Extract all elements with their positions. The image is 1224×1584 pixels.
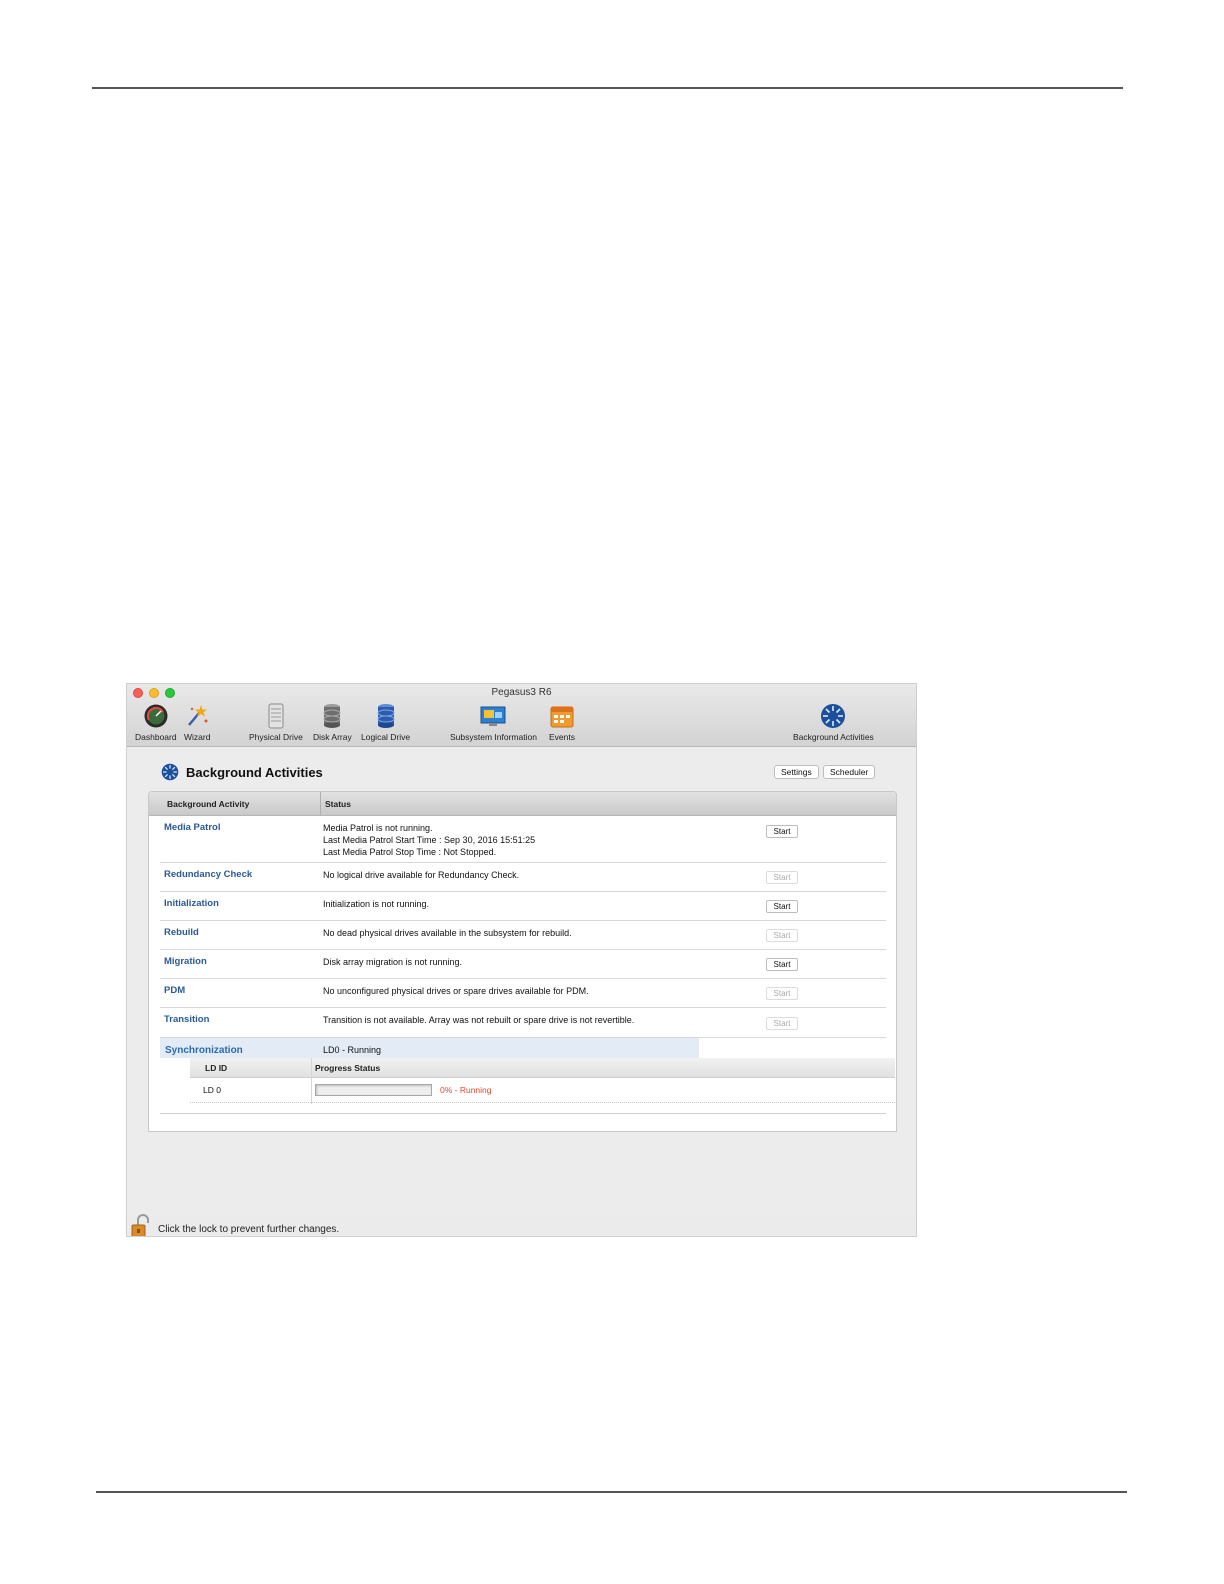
toolbar-logical-drive[interactable]: Logical Drive (361, 703, 410, 742)
column-header-ld-id: LD ID (205, 1063, 228, 1073)
toolbar-physical-drive[interactable]: Physical Drive (249, 703, 303, 742)
toolbar-background-activities[interactable]: Background Activities (793, 703, 874, 742)
activity-row-redundancy-check: Redundancy Check No logical drive availa… (160, 862, 886, 892)
toolbar-events[interactable]: Events (549, 703, 575, 742)
status-line: Last Media Patrol Stop Time : Not Stoppe… (323, 847, 497, 857)
page-top-rule (92, 87, 1123, 89)
activity-status: Transition is not available. Array was n… (323, 1015, 635, 1025)
ld-id-cell: LD 0 (203, 1085, 221, 1095)
column-separator (311, 1058, 312, 1104)
lock-status-text: Click the lock to prevent further change… (158, 1224, 340, 1235)
status-bar: Click the lock to prevent further change… (127, 1214, 916, 1237)
start-button[interactable]: Start (766, 987, 798, 1000)
column-header-activity: Background Activity (167, 799, 250, 809)
window-title: Pegasus3 R6 (491, 687, 552, 698)
page-title: Background Activities (161, 763, 323, 781)
background-activity-table: Background Activity Status Media Patrol … (148, 791, 897, 1132)
toolbar-wizard-label: Wizard (184, 732, 211, 742)
toolbar-subsystem-information[interactable]: Subsystem Information (450, 703, 537, 742)
activity-row-migration: Migration Disk array migration is not ru… (160, 949, 886, 979)
activity-name[interactable]: Initialization (164, 898, 219, 909)
activity-name[interactable]: Transition (164, 1014, 209, 1025)
subsystem-information-icon (480, 706, 506, 726)
toolbar-logical-drive-label: Logical Drive (361, 732, 411, 742)
start-button[interactable]: Start (766, 929, 798, 942)
start-button[interactable]: Start (766, 958, 798, 971)
row-divider (160, 1113, 886, 1114)
row-divider (190, 1102, 895, 1104)
wizard-icon (188, 705, 208, 726)
progress-text: 0% - Running (440, 1085, 492, 1095)
start-button[interactable]: Start (766, 825, 798, 838)
toolbar-physical-drive-label: Physical Drive (249, 732, 303, 742)
logical-drive-icon (377, 704, 395, 728)
start-button[interactable]: Start (766, 1017, 798, 1030)
status-line: Media Patrol is not running. (323, 823, 433, 833)
toolbar-wizard[interactable]: Wizard (184, 703, 210, 742)
column-header-status: Status (325, 799, 351, 809)
activity-row-initialization: Initialization Initialization is not run… (160, 891, 886, 921)
background-activities-icon (161, 763, 179, 781)
app-window: Pegasus3 R6 Dashboard Wizard Physical Dr… (126, 683, 917, 1237)
activity-status: No dead physical drives available in the… (323, 928, 572, 938)
page-bottom-rule (96, 1491, 1127, 1493)
activity-row-synchronization: Synchronization LD0 - Running LD ID Prog… (160, 1038, 895, 1110)
start-button[interactable]: Start (766, 871, 798, 884)
disk-array-icon (323, 704, 341, 728)
events-icon (550, 706, 574, 728)
settings-button[interactable]: Settings (774, 765, 819, 779)
progress-table-header: LD ID Progress Status (190, 1058, 895, 1078)
activity-status: No logical drive available for Redundanc… (323, 870, 520, 880)
scheduler-button[interactable]: Scheduler (823, 765, 876, 779)
activity-status: LD0 - Running (323, 1045, 382, 1055)
toolbar-disk-array-label: Disk Array (313, 732, 352, 742)
start-button[interactable]: Start (766, 900, 798, 913)
toolbar-dashboard[interactable]: Dashboard (135, 703, 177, 742)
activity-status: No unconfigured physical drives or spare… (323, 986, 589, 996)
activity-name[interactable]: Synchronization (165, 1045, 243, 1056)
background-activities-icon (821, 704, 846, 728)
activity-name[interactable]: Migration (164, 956, 207, 967)
synchronization-progress-table: LD ID Progress Status LD 0 0% - Running (190, 1058, 895, 1104)
toolbar-background-activities-label: Background Activities (793, 732, 874, 742)
activity-row-media-patrol: Media Patrol Media Patrol is not running… (160, 815, 886, 863)
toolbar-events-label: Events (549, 732, 575, 742)
activity-name[interactable]: Media Patrol (164, 822, 221, 833)
dashboard-icon (144, 704, 168, 728)
activity-name[interactable]: PDM (164, 985, 185, 996)
activity-status: Initialization is not running. (323, 899, 430, 909)
activity-name[interactable]: Redundancy Check (164, 869, 252, 880)
lock-icon[interactable] (130, 1214, 152, 1237)
window-toolbar: Pegasus3 R6 Dashboard Wizard Physical Dr… (127, 684, 916, 747)
page-title-text: Background Activities (186, 764, 323, 780)
column-header-progress-status: Progress Status (315, 1063, 381, 1073)
table-header: Background Activity Status (149, 792, 896, 816)
toolbar-disk-array[interactable]: Disk Array (313, 703, 352, 742)
toolbar-subsystem-information-label: Subsystem Information (450, 732, 537, 742)
physical-drive-icon (268, 703, 284, 729)
activity-row-pdm: PDM No unconfigured physical drives or s… (160, 978, 886, 1008)
activity-status: Media Patrol is not running. Last Media … (323, 822, 535, 858)
toolbar-dashboard-label: Dashboard (135, 732, 177, 742)
activity-row-rebuild: Rebuild No dead physical drives availabl… (160, 920, 886, 950)
activity-name[interactable]: Rebuild (164, 927, 199, 938)
activity-status: Disk array migration is not running. (323, 957, 463, 967)
progress-bar (315, 1084, 432, 1096)
status-line: Last Media Patrol Start Time : Sep 30, 2… (323, 835, 536, 845)
column-separator (320, 792, 321, 815)
activity-row-transition: Transition Transition is not available. … (160, 1007, 886, 1038)
